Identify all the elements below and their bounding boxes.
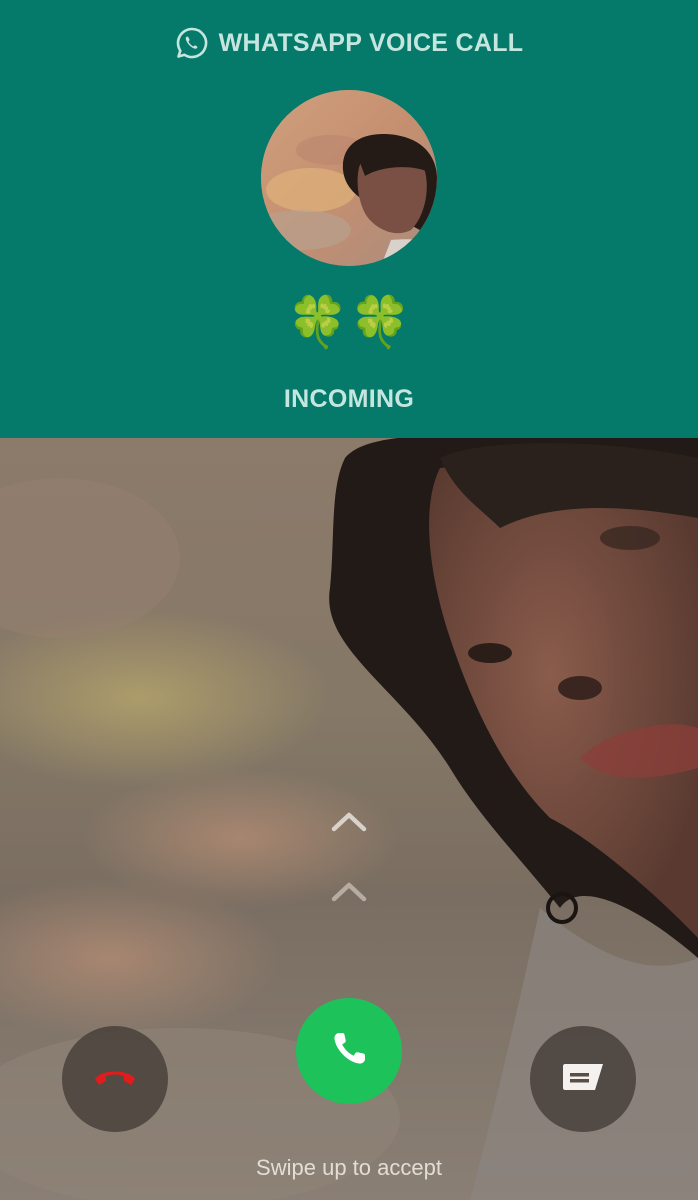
- contact-avatar: [261, 90, 437, 266]
- accept-call-button[interactable]: [296, 998, 402, 1104]
- call-status: INCOMING: [283, 385, 415, 413]
- message-icon: [561, 1062, 605, 1097]
- contact-name: 🍀🍀: [286, 294, 412, 350]
- end-call-icon: [91, 1065, 139, 1094]
- call-header: WHATSAPP VOICE CALL 🍀🍀 INCOMING: [0, 0, 698, 438]
- app-title: WHATSAPP VOICE CALL: [218, 28, 524, 57]
- phone-icon: [329, 1029, 369, 1074]
- decline-call-button[interactable]: [62, 1026, 168, 1132]
- whatsapp-icon: [175, 26, 209, 60]
- chevron-up-icon: [331, 810, 367, 832]
- chevron-up-icon: [331, 880, 367, 902]
- swipe-hint: Swipe up to accept: [256, 1155, 442, 1180]
- app-title-row: WHATSAPP VOICE CALL: [0, 26, 698, 60]
- reply-message-button[interactable]: [530, 1026, 636, 1132]
